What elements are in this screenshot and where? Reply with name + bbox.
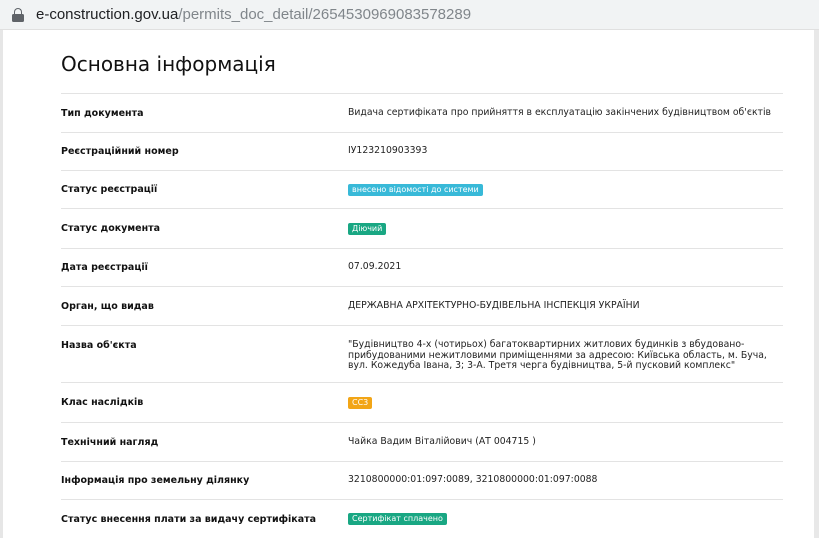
page-left-edge bbox=[0, 30, 3, 538]
address-bar[interactable]: e-construction.gov.ua/permits_doc_detail… bbox=[0, 0, 819, 30]
row-label: Технічний нагляд bbox=[61, 436, 159, 448]
row-label: Статус внесення плати за видачу сертифік… bbox=[61, 513, 317, 525]
row-value: ДЕРЖАВНА АРХІТЕКТУРНО-БУДІВЕЛЬНА ІНСПЕКЦ… bbox=[348, 299, 640, 311]
info-row-document-status: Статус документа Діючий bbox=[61, 209, 783, 249]
row-label: Орган, що видав bbox=[61, 300, 154, 312]
info-row-issuing-authority: Орган, що видав ДЕРЖАВНА АРХІТЕКТУРНО-БУ… bbox=[61, 287, 783, 326]
info-row-registration-date: Дата реєстрації 07.09.2021 bbox=[61, 249, 783, 287]
row-value: 3210800000:01:097:0089, 3210800000:01:09… bbox=[348, 474, 598, 486]
document-status-badge: Діючий bbox=[348, 222, 387, 235]
page-title: Основна інформація bbox=[61, 50, 783, 94]
row-label: Статус документа bbox=[61, 223, 161, 234]
row-label: Реєстраційний номер bbox=[61, 146, 179, 157]
info-row-object-name: Назва об'єкта "Будівництво 4-х (чотирьох… bbox=[61, 326, 783, 383]
url-domain: e-construction.gov.ua bbox=[36, 6, 179, 23]
registration-status-badge: внесено відомості до системи bbox=[348, 183, 483, 196]
url-path: /permits_doc_detail/2654530969083578289 bbox=[178, 6, 472, 23]
row-value: "Будівництво 4-х (чотирьох) багатокварти… bbox=[348, 339, 767, 371]
payment-status-badge: Сертифікат сплачено bbox=[348, 513, 447, 525]
url-text[interactable]: e-construction.gov.ua/permits_doc_detail… bbox=[36, 6, 471, 23]
lock-icon[interactable] bbox=[12, 7, 24, 22]
row-value: 07.09.2021 bbox=[348, 261, 402, 273]
row-value: Чайка Вадим Віталійович (АТ 004715 ) bbox=[348, 435, 536, 447]
info-row-registration-number: Реєстраційний номер ІУ123210903393 bbox=[61, 133, 783, 171]
info-row-document-type: Тип документа Видача сертифіката про при… bbox=[61, 94, 783, 133]
info-row-registration-status: Статус реєстрації внесено відомості до с… bbox=[61, 171, 783, 209]
info-row-land-plot: Інформація про земельну ділянку 32108000… bbox=[61, 462, 783, 500]
row-value: ІУ123210903393 bbox=[348, 145, 428, 157]
consequence-class-badge: СС3 bbox=[348, 396, 373, 409]
scrollbar-track[interactable] bbox=[814, 30, 819, 538]
row-label: Клас наслідків bbox=[61, 397, 144, 408]
row-label: Дата реєстрації bbox=[61, 262, 148, 273]
row-label: Назва об'єкта bbox=[61, 340, 137, 351]
row-value: Видача сертифіката про прийняття в експл… bbox=[348, 106, 772, 118]
row-label: Статус реєстрації bbox=[61, 184, 158, 195]
main-info-section: Основна інформація Тип документа Видача … bbox=[61, 50, 783, 538]
info-row-technical-supervision: Технічний нагляд Чайка Вадим Віталійович… bbox=[61, 423, 783, 462]
row-label: Інформація про земельну ділянку bbox=[61, 475, 250, 486]
info-row-payment-status: Статус внесення плати за видачу сертифік… bbox=[61, 500, 783, 538]
info-row-consequence-class: Клас наслідків СС3 bbox=[61, 383, 783, 423]
row-label: Тип документа bbox=[61, 107, 144, 119]
